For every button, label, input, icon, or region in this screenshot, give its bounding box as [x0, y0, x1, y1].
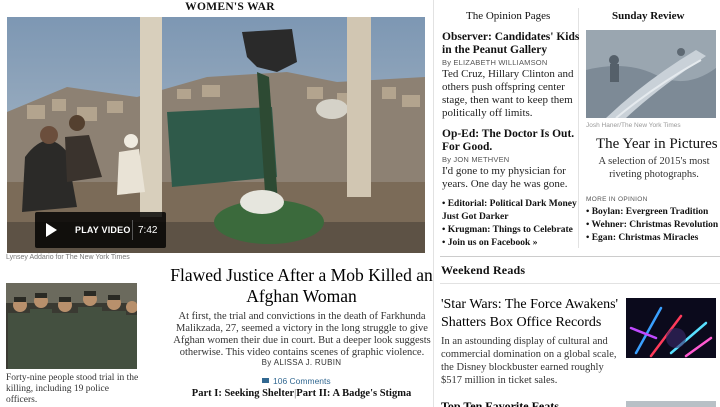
- lead-byline: By ALISSA J. RUBIN: [261, 358, 342, 367]
- play-video-label: PLAY VIDEO: [75, 225, 131, 235]
- opinion-summary-1: Ted Cruz, Hillary Clinton and others pus…: [442, 68, 574, 119]
- weekend-reads-title: Weekend Reads: [441, 263, 526, 277]
- sunday-review-title[interactable]: Sunday Review: [612, 10, 684, 22]
- sunday-review-credit: Josh Haner/The New York Times: [586, 122, 681, 129]
- sunday-review-subhead: A selection of 2015's most riveting phot…: [598, 156, 710, 180]
- lead-video-player[interactable]: PLAY VIDEO 7:42: [7, 17, 425, 253]
- weekend-reads-next-photo[interactable]: [626, 401, 716, 407]
- more-link-boylan[interactable]: Boylan: Evergreen Tradition: [586, 206, 720, 219]
- more-link-wehner[interactable]: Wehner: Christmas Revolution: [586, 219, 720, 232]
- opinion-section-title[interactable]: The Opinion Pages: [466, 10, 550, 22]
- sunday-review-headline[interactable]: The Year in Pictures: [596, 136, 718, 153]
- series-links: Part I: Seeking Shelter|Part II: A Badge…: [160, 388, 443, 399]
- lead-summary: At first, the trial and convictions in t…: [173, 311, 431, 358]
- comment-icon: [262, 378, 269, 383]
- opinion-byline-1: By ELIZABETH WILLIAMSON: [442, 58, 548, 67]
- opinion-link-editorial[interactable]: Editorial: Political Dark Money Just Got…: [442, 198, 582, 224]
- opinion-byline-2: By JON METHVEN: [442, 155, 510, 164]
- play-video-button[interactable]: PLAY VIDEO 7:42: [35, 212, 166, 248]
- year-in-pictures-image: [586, 30, 716, 118]
- video-duration: 7:42: [138, 225, 158, 236]
- trial-photo-caption: Forty-nine people stood trial in the kil…: [6, 373, 139, 405]
- trial-photo-image: [6, 283, 137, 369]
- weekend-reads-rule: [440, 283, 720, 284]
- opinion-link-krugman[interactable]: Krugman: Things to Celebrate: [442, 224, 582, 237]
- weekend-reads-headline[interactable]: 'Star Wars: The Force Awakens' Shatters …: [441, 296, 621, 332]
- more-link-egan[interactable]: Egan: Christmas Miracles: [586, 232, 720, 245]
- more-in-opinion-label: MORE IN OPINION: [586, 196, 648, 203]
- opinion-summary-2: I'd gone to my physician for years. One …: [442, 165, 568, 190]
- comments-link[interactable]: 106 Comments: [262, 376, 331, 386]
- lead-headline[interactable]: Flawed Justice After a Mob Killed an Afg…: [160, 265, 443, 307]
- weekend-reads-top-rule: [440, 256, 720, 257]
- opinion-link-list: Editorial: Political Dark Money Just Got…: [442, 198, 582, 250]
- column-divider-left: [433, 0, 434, 407]
- weekend-reads-next-headline[interactable]: Top Ten Favorite Feats: [441, 399, 611, 407]
- star-wars-image: [626, 298, 716, 358]
- more-in-opinion-list: Boylan: Evergreen Tradition Wehner: Chri…: [586, 206, 720, 245]
- weekend-reads-summary: In an astounding display of cultural and…: [441, 336, 617, 386]
- opinion-link-facebook[interactable]: Join us on Facebook »: [442, 237, 582, 250]
- section-kicker[interactable]: WOMEN'S WAR: [175, 1, 285, 13]
- series-part-2-link[interactable]: Part II: A Badge's Stigma: [296, 388, 411, 399]
- photo-credit: Lynsey Addario for The New York Times: [6, 254, 130, 261]
- play-icon: [46, 223, 57, 237]
- comments-count: 106 Comments: [273, 376, 331, 386]
- series-part-1-link[interactable]: Part I: Seeking Shelter: [192, 388, 294, 399]
- opinion-headline-2[interactable]: Op-Ed: The Doctor Is Out. For Good.: [442, 128, 582, 154]
- play-separator: [132, 220, 133, 240]
- star-wars-photo[interactable]: [626, 298, 716, 358]
- trial-photo[interactable]: [6, 283, 137, 369]
- year-in-pictures-photo[interactable]: [586, 30, 716, 118]
- opinion-headline-1[interactable]: Observer: Candidates' Kids in the Peanut…: [442, 31, 582, 57]
